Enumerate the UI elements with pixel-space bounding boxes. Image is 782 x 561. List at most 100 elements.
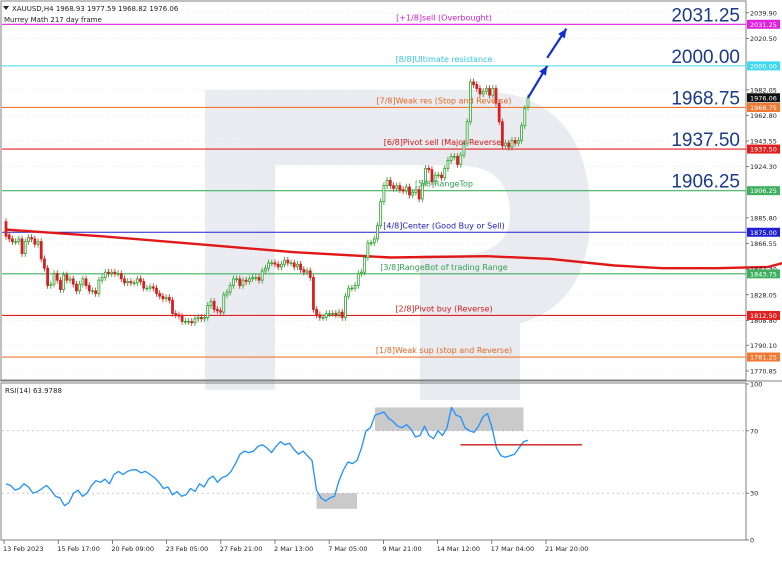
- time-tick-label: 7 Mar 05:00: [328, 545, 367, 553]
- candle-body: [225, 291, 229, 296]
- time-tick-label: 14 Mar 12:00: [437, 545, 480, 553]
- candle-body: [107, 271, 110, 274]
- candle-body: [385, 179, 389, 187]
- candle-body: [452, 155, 456, 158]
- big-level-label: 1906.25: [671, 172, 740, 193]
- time-tick-label: 2 Mar 13:00: [274, 545, 313, 553]
- candle-body: [196, 317, 200, 320]
- candle-body: [123, 278, 126, 284]
- candle-body: [177, 314, 181, 317]
- candle-body: [350, 287, 354, 290]
- candle-body: [94, 290, 98, 294]
- candle-body: [449, 155, 453, 161]
- candle-body: [392, 185, 395, 189]
- candle-body: [376, 225, 379, 240]
- candle-body: [404, 186, 408, 192]
- candle-body: [199, 317, 203, 320]
- candle-body: [132, 282, 136, 285]
- candle-body: [158, 293, 162, 297]
- candle-body: [36, 241, 40, 245]
- time-tick-label: 13 Feb 2023: [3, 545, 43, 553]
- candle-body: [315, 309, 319, 316]
- price-tick-label: 1866.55: [750, 240, 777, 248]
- candle-body: [119, 273, 123, 280]
- candle-body: [161, 295, 165, 300]
- candle-body: [206, 305, 210, 318]
- big-level-label: 2000.00: [671, 47, 740, 68]
- candle-body: [65, 274, 69, 281]
- candle-body: [30, 237, 34, 240]
- candle-body: [401, 189, 405, 192]
- price-tick-label: 1982.05: [750, 86, 777, 94]
- candle-body: [20, 238, 24, 254]
- murrey-level-label: [4/8]Center (Good Buy or Sell): [383, 221, 504, 230]
- candle-body: [209, 301, 213, 306]
- candle-body: [75, 283, 78, 292]
- big-level-label: 1968.75: [671, 88, 740, 109]
- candle-body: [167, 297, 171, 301]
- candle-body: [129, 281, 133, 284]
- candle-body: [398, 185, 402, 191]
- price-tick-label: 1828.05: [750, 291, 777, 299]
- candle-body: [280, 263, 283, 268]
- time-tick-label: 9 Mar 21:00: [382, 545, 421, 553]
- indicator-header: Murrey Math 217 day frame: [4, 16, 102, 24]
- price-tick-label: 2039.90: [750, 9, 777, 17]
- candle-body: [238, 278, 242, 286]
- candle-body: [324, 313, 328, 318]
- price-tick-label: 1962.80: [750, 112, 777, 120]
- candle-body: [340, 311, 344, 318]
- candle-body: [27, 237, 30, 242]
- candle-body: [14, 241, 18, 243]
- candle-body: [337, 311, 341, 316]
- candle-body: [151, 286, 155, 289]
- candle-body: [395, 185, 399, 189]
- candle-body: [260, 270, 264, 281]
- candle-body: [344, 295, 347, 318]
- candle-body: [155, 287, 158, 294]
- candle-body: [55, 273, 59, 281]
- candle-body: [526, 97, 530, 108]
- candle-body: [379, 201, 383, 227]
- candle-body: [257, 277, 261, 281]
- candle-body: [62, 274, 66, 290]
- candle-body: [276, 263, 280, 268]
- candle-body: [353, 285, 357, 289]
- candle-body: [363, 257, 367, 273]
- candle-body: [183, 321, 187, 323]
- candle-body: [212, 301, 216, 310]
- candle-body: [411, 191, 415, 196]
- candle-body: [334, 313, 338, 316]
- candle-body: [459, 154, 463, 165]
- candle-body: [504, 142, 507, 147]
- candle-body: [171, 299, 174, 314]
- candle-body: [369, 242, 373, 245]
- candle-body: [81, 278, 85, 285]
- candle-body: [193, 318, 197, 324]
- time-tick-label: 27 Feb 21:00: [220, 545, 263, 553]
- candle-body: [68, 278, 72, 281]
- candle-body: [145, 287, 149, 290]
- candle-body: [328, 313, 331, 315]
- murrey-level-label: [+1/8]sell (Overbought): [396, 13, 492, 22]
- level-price-tag-text: 1875.00: [750, 229, 777, 237]
- candle-body: [312, 277, 315, 310]
- candle-body: [126, 281, 130, 284]
- candle-body: [231, 278, 235, 286]
- symbol-header: XAUUSD,H4 1968.93 1977.59 1968.82 1976.0…: [12, 5, 179, 13]
- candle-body: [286, 259, 290, 264]
- candle-body: [148, 286, 152, 289]
- rsi-title: RSI(14) 63.9788: [5, 387, 62, 395]
- candle-body: [7, 234, 11, 240]
- price-tick-label: 1943.55: [750, 138, 777, 146]
- time-tick-label: 21 Mar 20:00: [545, 545, 588, 553]
- candle-body: [488, 88, 491, 96]
- price-tick-label: 1924.30: [750, 163, 777, 171]
- candle-body: [39, 241, 43, 260]
- rsi-zone-highlight: [316, 493, 357, 509]
- candle-body: [270, 262, 274, 265]
- level-price-tag-text: 2000.00: [750, 62, 777, 70]
- murrey-level-label: [6/8]Pivot sell (Major Reverse): [384, 138, 505, 147]
- candle-body: [52, 273, 56, 285]
- candle-body: [360, 271, 363, 274]
